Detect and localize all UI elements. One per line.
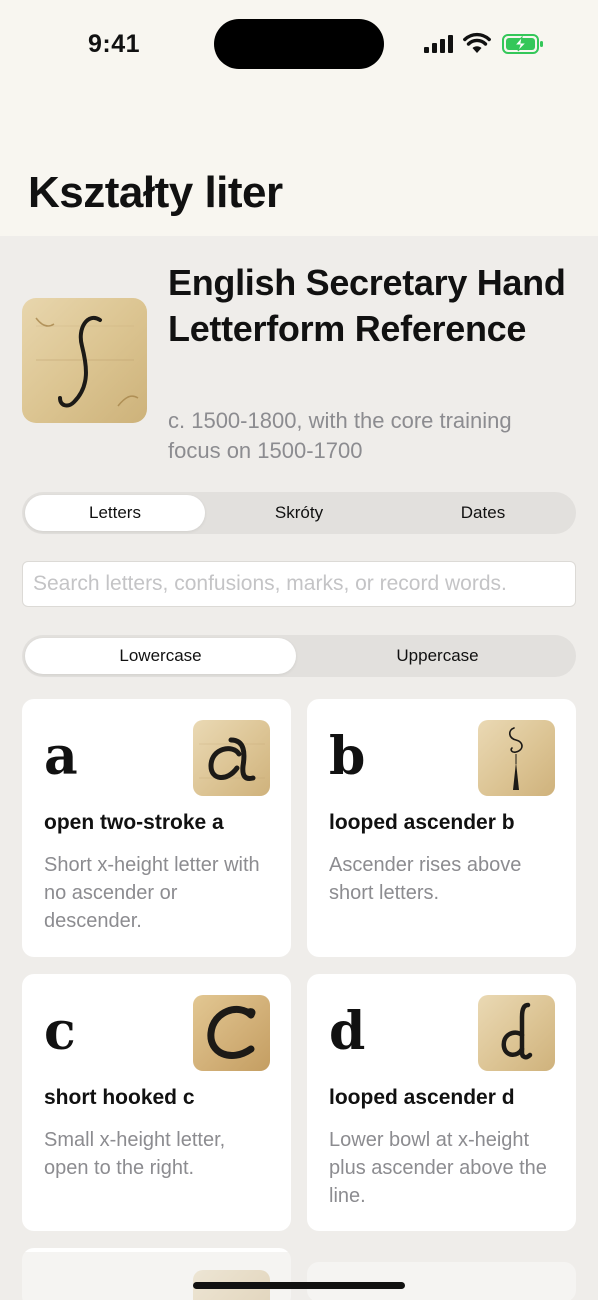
letter-b-illustration <box>478 720 555 796</box>
letter-glyph: b <box>329 726 366 787</box>
tab-dates[interactable]: Dates <box>393 495 573 531</box>
hero-title: English Secretary Hand Letterform Refere… <box>168 262 566 349</box>
letter-glyph: d <box>329 1001 366 1062</box>
letter-name: looped ascender b <box>329 811 515 834</box>
letter-description: Small x-height letter, open to the right… <box>44 1129 226 1179</box>
page-title: Kształty liter <box>28 168 283 217</box>
letter-name: looped ascender d <box>329 1086 515 1109</box>
section-tabs: Letters Skróty Dates <box>22 492 576 534</box>
letter-c-illustration <box>193 995 270 1071</box>
letter-glyph: a <box>44 726 78 787</box>
letter-description: Lower bowl at x-height plus ascender abo… <box>329 1129 547 1207</box>
tab-skroty[interactable]: Skróty <box>209 495 389 531</box>
battery-charging-icon <box>502 34 543 54</box>
toggle-uppercase[interactable]: Uppercase <box>302 638 573 674</box>
letter-name: short hooked c <box>44 1086 195 1109</box>
case-toggle: Lowercase Uppercase <box>22 635 576 677</box>
wifi-icon <box>463 32 491 53</box>
letter-d-illustration <box>478 995 555 1071</box>
hero-subtitle: c. 1500-1800, with the core training foc… <box>168 408 512 463</box>
letter-description: Ascender rises above short letters. <box>329 854 522 904</box>
search-input[interactable] <box>22 561 576 607</box>
letter-card-c[interactable]: c short hooked c Small x-height letter, … <box>22 974 291 1231</box>
long-s-illustration <box>22 298 147 423</box>
status-bar: 9:41 <box>0 0 598 90</box>
letter-description: Short x-height letter with no ascender o… <box>44 854 260 932</box>
dynamic-island <box>214 19 384 69</box>
letter-card-b[interactable]: b looped ascender b Ascender rises above… <box>307 699 576 957</box>
status-time: 9:41 <box>88 30 141 58</box>
bottom-fade <box>0 1252 598 1300</box>
letter-glyph: c <box>44 1001 76 1062</box>
cellular-signal-icon <box>424 35 453 53</box>
tab-letters[interactable]: Letters <box>25 495 205 531</box>
letter-name: open two-stroke a <box>44 811 224 834</box>
letter-card-a[interactable]: a open two-stroke a Short x-height lette… <box>22 699 291 957</box>
home-indicator <box>193 1282 405 1289</box>
toggle-lowercase[interactable]: Lowercase <box>25 638 296 674</box>
letter-card-d[interactable]: d looped ascender d Lower bowl at x-heig… <box>307 974 576 1231</box>
letter-a-illustration <box>193 720 270 796</box>
